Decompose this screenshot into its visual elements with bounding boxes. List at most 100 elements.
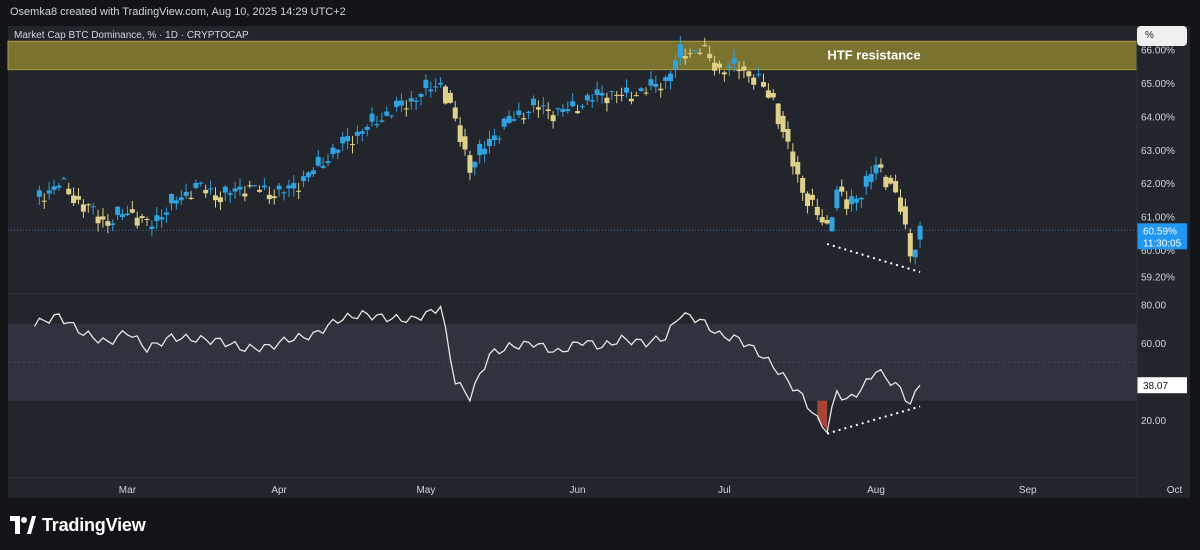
time-axis-tick: Apr xyxy=(271,485,287,496)
candle-down xyxy=(702,45,708,47)
candle-down xyxy=(765,90,771,98)
time-axis-tick: Oct xyxy=(1167,485,1183,496)
candle-down xyxy=(712,62,718,71)
candle-up xyxy=(624,87,629,93)
candle-up xyxy=(540,105,546,107)
price-chart[interactable]: HTF resistance 59.20% 60.00% 61.00% 62.00% 63… xyxy=(0,0,1200,550)
symbol-title[interactable]: Market Cap BTC Dominance, % · 1D · CRYPT… xyxy=(14,30,249,41)
candle-down xyxy=(66,188,72,195)
candle-down xyxy=(575,111,581,114)
candle-down xyxy=(403,108,409,110)
percent-scale-button[interactable]: % xyxy=(1137,26,1187,46)
candle-down xyxy=(457,125,463,143)
candle-up xyxy=(570,101,576,107)
candle-down xyxy=(795,162,801,175)
candle-up xyxy=(423,79,429,89)
candle-up xyxy=(193,182,199,189)
candle-down xyxy=(545,109,551,111)
candle-down xyxy=(721,72,727,75)
candle-down xyxy=(144,219,150,221)
candle-down xyxy=(129,209,135,213)
candle-up xyxy=(653,83,659,87)
candle-down xyxy=(462,136,468,150)
candle-down xyxy=(785,129,791,142)
candle-down xyxy=(643,92,649,94)
candle-up xyxy=(110,223,116,226)
candle-up xyxy=(491,135,497,141)
price-axis-tick: 65.00% xyxy=(1141,79,1175,90)
candle-down xyxy=(697,52,703,55)
candle-up xyxy=(516,110,522,116)
candle-up xyxy=(672,59,678,70)
candle-up xyxy=(149,226,155,229)
candle-down xyxy=(902,206,908,225)
candle-up xyxy=(849,196,855,205)
price-axis-tick: 64.00% xyxy=(1141,112,1175,123)
candle-up xyxy=(56,185,62,188)
candle-up xyxy=(315,156,321,166)
candle-up xyxy=(173,200,179,204)
candle-up xyxy=(159,217,165,220)
candle-down xyxy=(604,97,610,104)
candle-down xyxy=(633,95,639,97)
candle-down xyxy=(898,197,903,212)
time-axis-tick: May xyxy=(416,485,435,496)
candle-up xyxy=(379,120,385,122)
candle-down xyxy=(242,193,248,197)
candle-up xyxy=(335,149,341,153)
candle-up xyxy=(345,136,351,142)
candle-down xyxy=(844,199,850,209)
candle-down xyxy=(271,196,277,199)
candle-down xyxy=(888,177,894,184)
candle-up xyxy=(154,215,160,221)
tradingview-logo[interactable]: TradingView xyxy=(10,514,146,536)
candle-up xyxy=(912,249,918,258)
candle-up xyxy=(237,186,243,190)
candle-up xyxy=(394,100,400,107)
candle-down xyxy=(100,216,106,220)
candle-up xyxy=(408,98,414,102)
candle-down xyxy=(761,82,766,87)
candle-up xyxy=(589,100,595,102)
candle-down xyxy=(266,194,272,200)
candle-down xyxy=(71,195,77,204)
time-axis-tick: Aug xyxy=(867,485,885,496)
price-axis-tick: 59.20% xyxy=(1141,273,1175,284)
candle-down xyxy=(824,220,830,224)
candle-up xyxy=(853,198,859,203)
candle-down xyxy=(878,164,884,168)
candle-up xyxy=(208,188,214,190)
candle-up xyxy=(124,213,130,216)
candle-up xyxy=(531,98,537,106)
candle-up xyxy=(418,94,424,97)
tradingview-logo-icon xyxy=(10,516,36,534)
candle-up xyxy=(663,77,669,81)
candle-up xyxy=(829,217,835,232)
candle-up xyxy=(692,50,698,52)
rsi-axis-tick: 60.00 xyxy=(1141,339,1166,350)
candle-up xyxy=(565,109,571,112)
candle-up xyxy=(858,197,864,200)
candle-up xyxy=(325,161,331,164)
candle-up xyxy=(46,190,52,194)
candle-up xyxy=(506,116,512,123)
time-axis-tick: Mar xyxy=(119,485,137,496)
candle-up xyxy=(579,106,585,108)
price-axis-tick: 62.00% xyxy=(1141,179,1175,190)
candle-down xyxy=(893,181,899,193)
candle-up xyxy=(198,182,204,184)
candle-up xyxy=(222,186,228,193)
time-axis-tick: Sep xyxy=(1019,485,1037,496)
candle-down xyxy=(85,204,91,206)
candle-up xyxy=(511,119,517,121)
candle-down xyxy=(614,94,620,96)
candle-down xyxy=(296,190,302,192)
candle-down xyxy=(751,77,757,85)
candle-down xyxy=(95,216,101,224)
candle-up xyxy=(183,191,189,196)
tradingview-wordmark: TradingView xyxy=(42,514,146,535)
candle-up xyxy=(227,193,233,195)
candle-up xyxy=(261,185,267,188)
candle-down xyxy=(41,200,47,202)
candle-down xyxy=(619,94,625,96)
